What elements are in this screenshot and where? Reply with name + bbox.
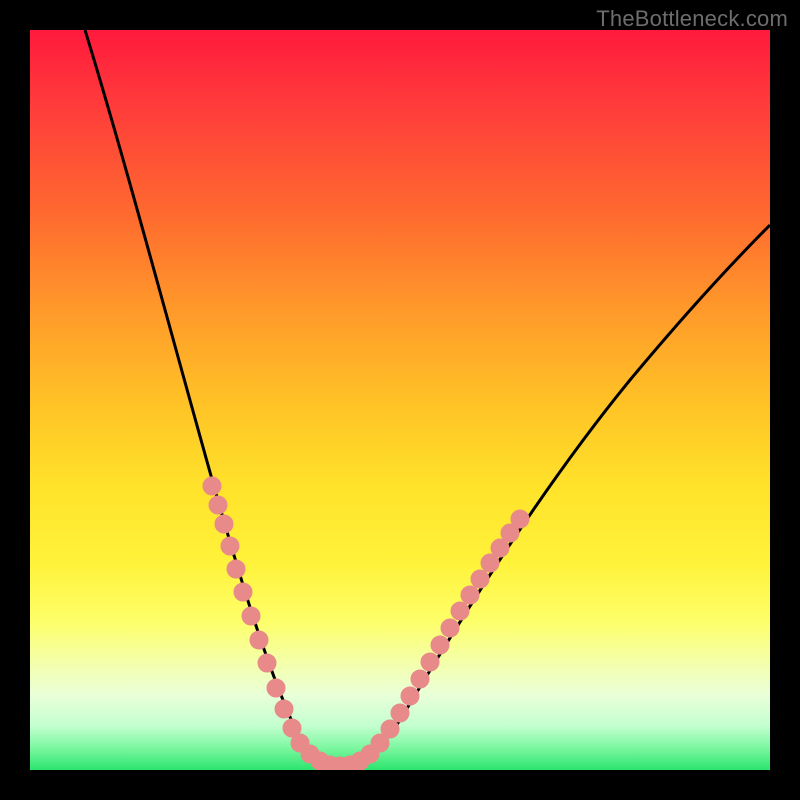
plot-area (30, 30, 770, 770)
curve-layer (30, 30, 770, 770)
watermark-text: TheBottleneck.com (596, 6, 788, 32)
valley-dot-cluster (301, 745, 379, 770)
chart-frame: TheBottleneck.com (0, 0, 800, 800)
right-dot-cluster (371, 510, 529, 752)
bottleneck-curve (85, 30, 770, 765)
left-dot-cluster (203, 477, 309, 752)
